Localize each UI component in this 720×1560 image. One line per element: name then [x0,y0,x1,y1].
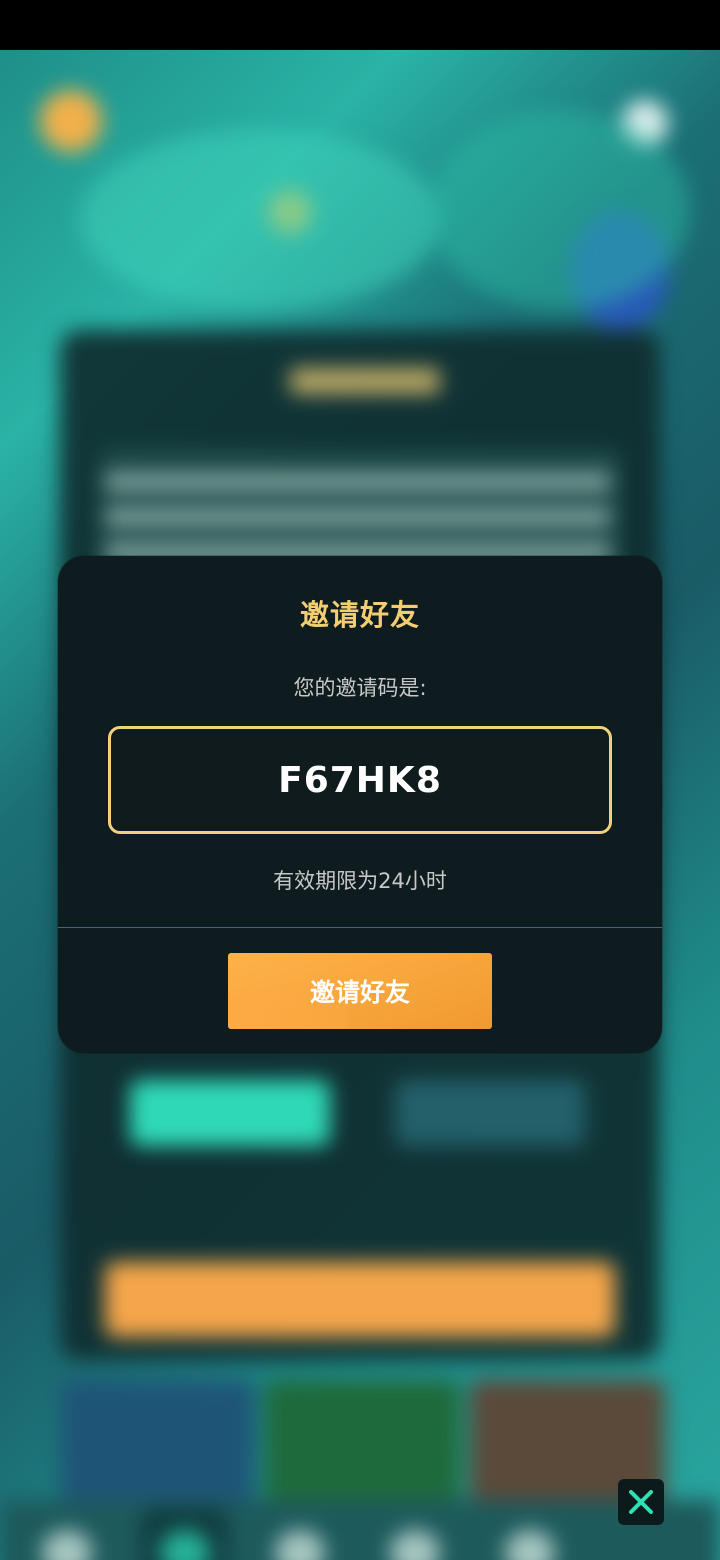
background-green-button [130,1080,330,1146]
invite-friends-button[interactable]: 邀请好友 [228,953,492,1029]
invite-code-box[interactable]: F67HK8 [108,726,612,834]
background-orange-button [105,1262,615,1337]
modal-title: 邀请好友 [299,598,420,632]
background-bottom-nav [0,1500,720,1560]
invite-code-value[interactable]: F67HK8 [278,760,442,801]
background-leaf [80,130,440,310]
modal-divider [58,927,662,928]
background-teal-button [395,1080,585,1146]
background-panel-title [290,368,440,394]
status-bar [0,0,720,50]
background-leaf-2 [430,110,690,310]
validity-text: 有效期限为24小时 [273,869,447,893]
close-icon [629,1490,653,1514]
screen: 邀请好友 您的邀请码是: F67HK8 有效期限为24小时 邀请好友 [0,0,720,1560]
background-card [60,1380,255,1510]
close-button[interactable] [618,1479,664,1525]
background-card [265,1380,460,1510]
background-text-line [105,475,610,489]
invite-code-label: 您的邀请码是: [293,676,427,700]
background-text-line [105,510,610,524]
invite-friends-button-label: 邀请好友 [309,978,410,1007]
background-avatar [40,90,102,152]
